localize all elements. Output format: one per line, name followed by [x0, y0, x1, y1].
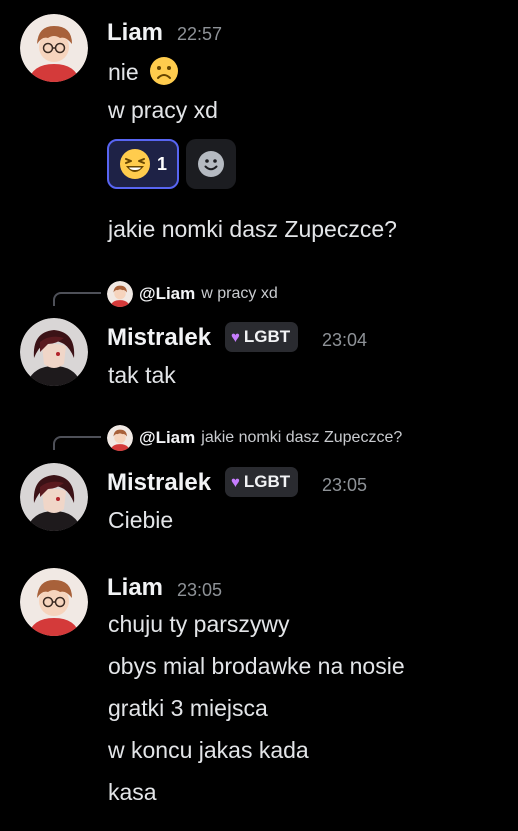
- message-timestamp: 23:04: [322, 330, 368, 350]
- message-timestamp: 23:05: [322, 475, 368, 495]
- liam-mini-avatar: [107, 281, 133, 307]
- add-reaction-icon: [198, 151, 224, 177]
- reply-connector: [53, 292, 101, 306]
- message-timestamp: 23:05: [177, 580, 223, 600]
- message-text: gratki 3 miejsca: [108, 695, 268, 721]
- role-tag[interactable]: ♥ LGBT: [225, 322, 299, 352]
- mistralek-avatar[interactable]: [20, 463, 88, 531]
- reaction-count: 1: [156, 153, 167, 174]
- author-name[interactable]: Mistralek: [107, 324, 211, 352]
- mistralek-avatar[interactable]: [20, 318, 88, 386]
- message-text: obys mial brodawke na nosie: [108, 653, 405, 679]
- message-text: tak tak: [108, 362, 176, 388]
- role-tag[interactable]: ♥ LGBT: [225, 467, 299, 497]
- purple-heart-icon: ♥: [231, 328, 240, 346]
- author-name[interactable]: Mistralek: [107, 469, 211, 497]
- reply-text: w pracy xd: [201, 285, 278, 302]
- liam-avatar[interactable]: [20, 14, 88, 82]
- liam-avatar[interactable]: [20, 568, 88, 636]
- author-name[interactable]: Liam: [107, 574, 163, 602]
- laughing-face-icon: [119, 149, 150, 179]
- reply-mention: @Liam: [139, 284, 196, 303]
- reply-connector: [53, 436, 101, 450]
- author-name[interactable]: Liam: [107, 19, 163, 47]
- reaction-button[interactable]: 1: [107, 139, 179, 189]
- reply-preview[interactable]: @Liam w pracy xd: [107, 281, 278, 307]
- reply-mention: @Liam: [139, 428, 196, 447]
- message-text: kasa: [108, 779, 157, 805]
- message-text: Ciebie: [108, 507, 174, 533]
- message-timestamp: 22:57: [177, 24, 223, 44]
- message-text: chuju ty parszywy: [108, 611, 290, 637]
- message-text: w pracy xd: [108, 97, 218, 123]
- slightly-frowning-face-icon: [150, 57, 179, 85]
- add-reaction-button[interactable]: [186, 139, 236, 189]
- reply-text: jakie nomki dasz Zupeczce?: [201, 429, 403, 446]
- message-text: nie: [108, 56, 179, 86]
- liam-mini-avatar: [107, 425, 133, 451]
- reply-preview[interactable]: @Liam jakie nomki dasz Zupeczce?: [107, 425, 402, 451]
- message-text: w koncu jakas kada: [108, 737, 309, 763]
- purple-heart-icon: ♥: [231, 473, 240, 491]
- message-text: jakie nomki dasz Zupeczce?: [108, 216, 397, 242]
